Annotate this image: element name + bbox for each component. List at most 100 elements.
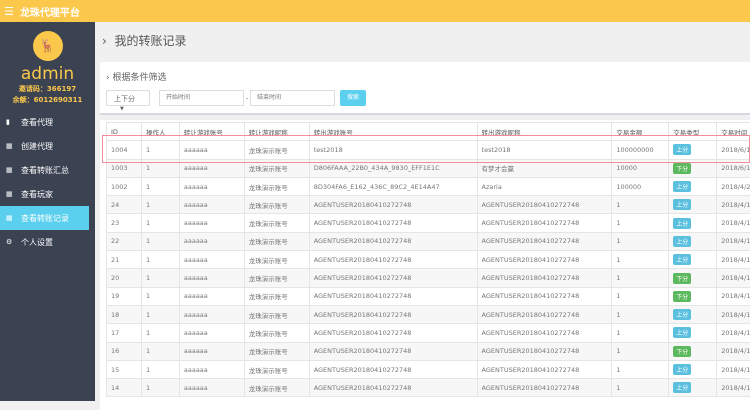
table-cell: AGENTUSER20180410272748 — [477, 232, 612, 250]
table-cell: 1003 — [107, 159, 142, 177]
table-cell: 2018/4/1 — [717, 214, 750, 232]
column-header[interactable]: 转出游戏昵称 — [477, 123, 612, 141]
table-row[interactable]: 141aaaaaa龙珠演示账号AGENTUSER20180410272748AG… — [107, 379, 750, 397]
table-row[interactable]: 231aaaaaa龙珠演示账号AGENTUSER20180410272748AG… — [107, 214, 750, 232]
table-cell: 上分 — [669, 379, 717, 397]
table-cell: aaaaaa — [179, 196, 244, 214]
table-row[interactable]: 201aaaaaa龙珠演示账号AGENTUSER20180410272748AG… — [107, 269, 750, 287]
column-header[interactable]: 交易类型 — [669, 123, 717, 141]
table-cell: 上分 — [669, 360, 717, 378]
table-row[interactable]: 10041aaaaaa龙珠演示账号test2018test20181000000… — [107, 141, 750, 159]
type-badge: 下分 — [673, 346, 691, 357]
type-badge: 上分 — [673, 181, 691, 192]
table-cell: 1 — [612, 305, 669, 323]
table-icon: ▦ — [6, 142, 16, 150]
table-cell: 上分 — [669, 177, 717, 195]
table-cell: D806FAAA_22B0_434A_9830_EFF1E1C — [309, 159, 477, 177]
table-cell: AGENTUSER20180410272748 — [309, 214, 477, 232]
date-separator: - — [246, 95, 249, 103]
table-cell: 1 — [141, 305, 179, 323]
sidebar-item[interactable]: ▦查看转账记录 — [0, 206, 89, 230]
table-row[interactable]: 161aaaaaa龙珠演示账号AGENTUSER20180410272748AG… — [107, 342, 750, 360]
sidebar-item[interactable]: ⚙个人设置 — [0, 230, 95, 254]
table-cell: 龙珠演示账号 — [244, 360, 309, 378]
table-row[interactable]: 191aaaaaa龙珠演示账号AGENTUSER20180410272748AG… — [107, 287, 750, 305]
type-badge: 下分 — [673, 291, 691, 302]
table-cell: 上分 — [669, 324, 717, 342]
table-cell: 24 — [107, 196, 142, 214]
table-cell: 16 — [107, 342, 142, 360]
table-cell: 1 — [612, 214, 669, 232]
table-cell: 上分 — [669, 214, 717, 232]
sidebar-item[interactable]: ▮查看代理 — [0, 110, 95, 134]
table-row[interactable]: 10021aaaaaa龙珠演示账号8D304FA6_E162_436C_89C2… — [107, 177, 750, 195]
book-icon: ▮ — [6, 118, 16, 126]
table-cell: AGENTUSER20180410272748 — [477, 305, 612, 323]
sidebar-item[interactable]: ▦查看转账汇总 — [0, 158, 95, 182]
table-cell: aaaaaa — [179, 305, 244, 323]
table-cell: aaaaaa — [179, 269, 244, 287]
table-cell: AGENTUSER20180410272748 — [309, 287, 477, 305]
table-cell: Azaria — [477, 177, 612, 195]
table-cell: 1 — [141, 141, 179, 159]
table-row[interactable]: 151aaaaaa龙珠演示账号AGENTUSER20180410272748AG… — [107, 360, 750, 378]
table-cell: 1 — [612, 324, 669, 342]
table-row[interactable]: 211aaaaaa龙珠演示账号AGENTUSER20180410272748AG… — [107, 251, 750, 269]
table-cell: 1 — [612, 269, 669, 287]
column-header[interactable]: 交易时间 — [717, 123, 750, 141]
end-time-input[interactable] — [250, 90, 335, 106]
type-badge: 上分 — [673, 364, 691, 375]
table-row[interactable]: 171aaaaaa龙珠演示账号AGENTUSER20180410272748AG… — [107, 324, 750, 342]
type-badge: 上分 — [673, 236, 691, 247]
records-table-panel: ID操作人转让游戏账号转让游戏昵称转出游戏账号转出游戏昵称交易金额交易类型交易时… — [100, 120, 750, 410]
table-row[interactable]: 221aaaaaa龙珠演示账号AGENTUSER20180410272748AG… — [107, 232, 750, 250]
table-cell: AGENTUSER20180410272748 — [309, 196, 477, 214]
table-cell: AGENTUSER20180410272748 — [477, 251, 612, 269]
table-cell: 龙珠演示账号 — [244, 196, 309, 214]
table-cell: 下分 — [669, 342, 717, 360]
table-cell: test2018 — [477, 141, 612, 159]
records-table: ID操作人转让游戏账号转让游戏昵称转出游戏账号转出游戏昵称交易金额交易类型交易时… — [106, 122, 750, 397]
table-cell: 18 — [107, 305, 142, 323]
table-cell: 1 — [612, 379, 669, 397]
column-header[interactable]: 交易金额 — [612, 123, 669, 141]
table-row[interactable]: 181aaaaaa龙珠演示账号AGENTUSER20180410272748AG… — [107, 305, 750, 323]
table-cell: 2018/4/2 — [717, 177, 750, 195]
table-cell: 上分 — [669, 251, 717, 269]
table-cell: aaaaaa — [179, 342, 244, 360]
hamburger-icon[interactable]: ☰ — [4, 5, 14, 18]
table-row[interactable]: 10031aaaaaa龙珠演示账号D806FAAA_22B0_434A_9830… — [107, 159, 750, 177]
table-cell: 上分 — [669, 305, 717, 323]
table-cell: 2018/4/1 — [717, 360, 750, 378]
column-header[interactable]: 转出游戏账号 — [309, 123, 477, 141]
balance: 余额：6012690311 — [0, 95, 95, 106]
column-header[interactable]: ID — [107, 123, 142, 141]
column-header[interactable]: 转让游戏昵称 — [244, 123, 309, 141]
table-cell: AGENTUSER20180410272748 — [477, 360, 612, 378]
table-cell: 上分 — [669, 232, 717, 250]
sidebar-item-label: 查看转账汇总 — [21, 165, 69, 176]
sidebar-item[interactable]: ▦查看玩家 — [0, 182, 95, 206]
table-row[interactable]: 241aaaaaa龙珠演示账号AGENTUSER20180410272748AG… — [107, 196, 750, 214]
table-cell: aaaaaa — [179, 251, 244, 269]
table-cell: 22 — [107, 232, 142, 250]
table-cell: 2018/6/1 — [717, 159, 750, 177]
table-cell: AGENTUSER20180410272748 — [309, 305, 477, 323]
table-cell: 1 — [612, 342, 669, 360]
start-time-input[interactable] — [159, 90, 244, 106]
table-cell: 龙珠演示账号 — [244, 251, 309, 269]
search-button[interactable]: 搜索 — [340, 90, 366, 106]
column-header[interactable]: 转让游戏账号 — [179, 123, 244, 141]
type-badge: 上分 — [673, 199, 691, 210]
table-cell: 23 — [107, 214, 142, 232]
table-cell: aaaaaa — [179, 141, 244, 159]
sidebar-item[interactable]: ▦创建代理 — [0, 134, 95, 158]
table-cell: 龙珠演示账号 — [244, 177, 309, 195]
column-header[interactable]: 操作人 — [141, 123, 179, 141]
table-cell: 1004 — [107, 141, 142, 159]
table-cell: aaaaaa — [179, 379, 244, 397]
table-cell: 2018/4/1 — [717, 232, 750, 250]
type-select[interactable]: 上下分 ▼ — [106, 90, 150, 106]
table-cell: 龙珠演示账号 — [244, 379, 309, 397]
sidebar: 🦌 admin 邀请码：366197 余额：6012690311 ▮查看代理▦创… — [0, 22, 95, 401]
